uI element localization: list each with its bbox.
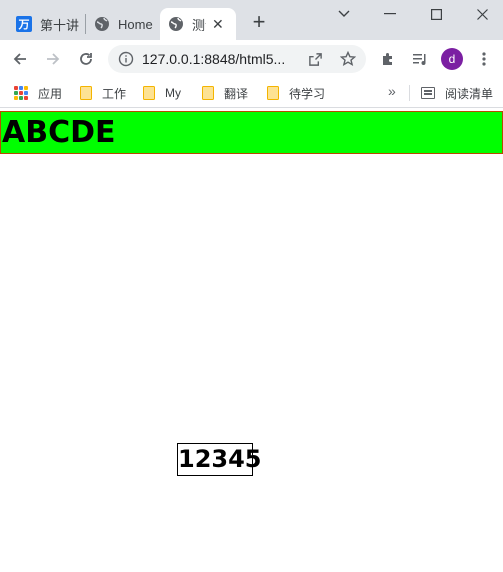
- bookmark-folder-my[interactable]: My: [143, 83, 181, 103]
- close-icon: [476, 8, 488, 20]
- arrow-right-icon: [47, 53, 60, 65]
- info-icon[interactable]: [118, 51, 134, 67]
- tab-title: Home: [118, 16, 153, 32]
- arrow-left-icon: [13, 53, 26, 65]
- minimize-button[interactable]: [368, 0, 412, 28]
- bookmark-label: 工作: [102, 86, 127, 101]
- share-icon[interactable]: [308, 52, 323, 67]
- folder-icon: [80, 86, 92, 100]
- folder-icon: [267, 86, 279, 100]
- minimize-icon: [384, 13, 396, 15]
- tab-first[interactable]: 万 第十讲: [8, 8, 84, 40]
- tab-title: 第十讲: [40, 17, 80, 33]
- close-icon[interactable]: ✕: [212, 16, 224, 33]
- tab-search-button[interactable]: [322, 0, 366, 28]
- bookmark-label: 翻译: [224, 86, 249, 101]
- green-banner: ABCDE: [0, 111, 503, 154]
- bookmark-folder-to-learn[interactable]: 待学习: [267, 83, 325, 103]
- page-viewport: ABCDE 12345: [0, 109, 503, 572]
- bookmarks-divider: [409, 85, 410, 101]
- url-text: 127.0.0.1:8848/html5...: [142, 51, 286, 67]
- bookmark-label: My: [165, 86, 181, 100]
- folder-icon: [143, 86, 155, 100]
- maximize-icon: [430, 8, 442, 20]
- new-tab-button[interactable]: +: [248, 11, 270, 34]
- bookmarks-overflow-button[interactable]: »: [388, 83, 396, 99]
- tab-favicon-icon: 万: [16, 16, 32, 32]
- reading-list-button[interactable]: 阅读清单: [421, 83, 493, 103]
- browser-toolbar: 127.0.0.1:8848/html5... d: [0, 40, 503, 78]
- bookmark-apps[interactable]: 应用: [14, 83, 62, 103]
- address-bar[interactable]: 127.0.0.1:8848/html5...: [108, 45, 366, 73]
- reload-icon: [80, 53, 92, 65]
- bookmarks-bar: 应用 工作 My 翻译 待学习 » 阅读清单: [0, 78, 503, 108]
- maximize-button[interactable]: [414, 0, 458, 28]
- back-button[interactable]: [8, 47, 32, 71]
- globe-icon: [169, 17, 183, 31]
- folder-icon: [202, 86, 214, 100]
- tab-strip: 万 第十讲 Home 测试 ✕ +: [0, 0, 503, 40]
- bordered-number-box: 12345: [177, 443, 262, 476]
- window-close-button[interactable]: [460, 0, 503, 28]
- more-vertical-icon: [482, 52, 486, 66]
- extensions-button[interactable]: [376, 47, 400, 71]
- menu-button[interactable]: [472, 47, 496, 71]
- bookmark-folder-work[interactable]: 工作: [80, 83, 126, 103]
- reload-button[interactable]: [74, 47, 98, 71]
- tab-title: 测试: [192, 17, 206, 33]
- tab-home[interactable]: Home: [86, 8, 160, 40]
- globe-icon: [95, 17, 109, 31]
- forward-button[interactable]: [41, 47, 65, 71]
- apps-grid-icon: [14, 86, 28, 100]
- bookmark-label: 待学习: [289, 86, 326, 101]
- bookmark-label: 应用: [38, 86, 63, 101]
- media-control-button[interactable]: [408, 47, 432, 71]
- chevron-down-icon: [338, 10, 350, 17]
- star-icon[interactable]: [340, 51, 356, 67]
- reading-list-label: 阅读清单: [445, 86, 494, 101]
- puzzle-icon: [383, 53, 392, 65]
- reading-list-icon: [421, 87, 435, 99]
- tab-active[interactable]: 测试 ✕: [160, 8, 236, 40]
- profile-avatar[interactable]: d: [441, 48, 463, 70]
- playlist-icon: [413, 54, 426, 65]
- bookmark-folder-translate[interactable]: 翻译: [202, 83, 248, 103]
